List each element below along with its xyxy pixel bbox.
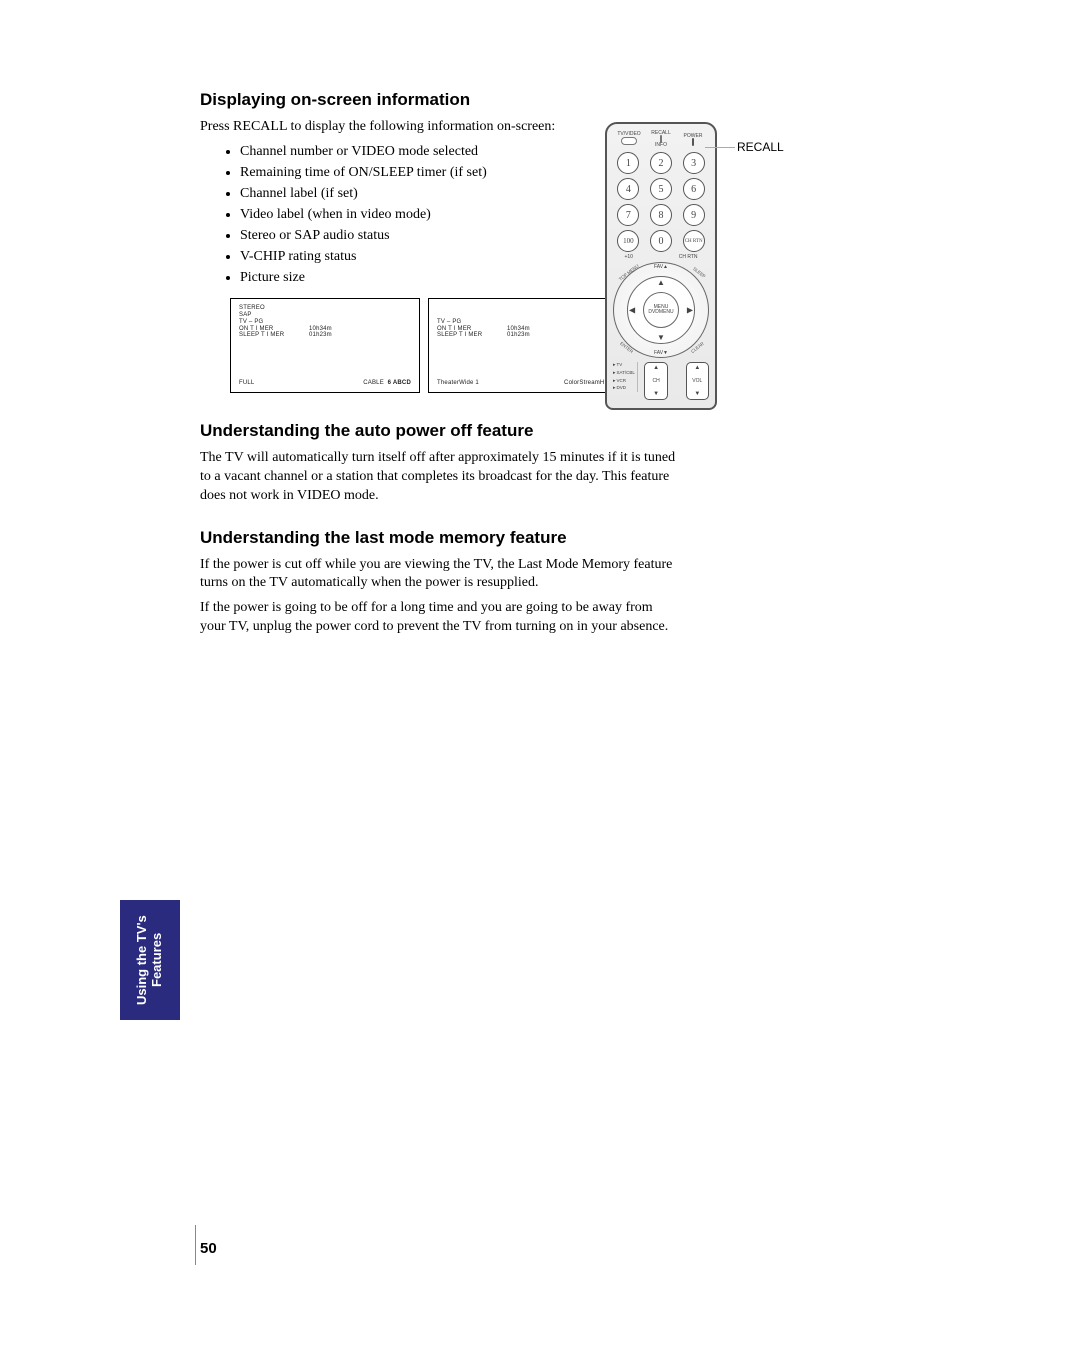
label-chrtn: CH RTN (679, 254, 698, 260)
nav-right-icon[interactable]: ▶ (687, 306, 693, 315)
nav-ring: FAV▲ FAV▼ TOP MENU SLEEP ENTER CLEAR ▲ ▼… (613, 262, 709, 358)
vol-down-icon: ▼ (694, 391, 700, 397)
label-plus10: +10 (624, 254, 632, 260)
panel-line: ON T I MER (437, 326, 507, 333)
page-number: 50 (200, 1240, 217, 1257)
ch-down-icon: ▼ (653, 391, 659, 397)
osd-panel-tv: STEREO SAP TV – PG ON T I MER10h34m SLEE… (230, 298, 420, 393)
heading-auto-power-off: Understanding the auto power off feature (200, 421, 900, 441)
panel-line: TV – PG (239, 319, 411, 326)
remote-body: TV/VIDEO RECALLINFO POWER 1 2 3 4 5 6 7 … (605, 122, 717, 410)
panel-source: CABLE (363, 380, 384, 386)
callout-recall: RECALL (737, 140, 784, 154)
ch-up-icon: ▲ (653, 365, 659, 371)
bullet: Channel number or VIDEO mode selected (240, 141, 900, 162)
panel-value: 10h34m (309, 326, 359, 333)
bullet: Picture size (240, 267, 900, 288)
num-7-button[interactable]: 7 (617, 204, 639, 226)
bullet: Video label (when in video mode) (240, 204, 900, 225)
intro-text: Press RECALL to display the following in… (200, 118, 900, 137)
tab-line2: Features (149, 933, 164, 987)
dev-dvd: DVD (613, 385, 635, 392)
tab-line1: Using the TV's (134, 915, 149, 1005)
bullet: Stereo or SAP audio status (240, 225, 900, 246)
osd-bullets: Channel number or VIDEO mode selected Re… (240, 141, 900, 288)
remote-illustration: RECALL TV/VIDEO RECALLINFO POWER 1 2 3 4… (605, 122, 717, 410)
num-9-button[interactable]: 9 (683, 204, 705, 226)
power-button[interactable] (692, 138, 694, 146)
panel-line: SLEEP T I MER (437, 332, 507, 339)
nav-down-icon[interactable]: ▼ (657, 333, 665, 342)
num-5-button[interactable]: 5 (650, 178, 672, 200)
bullet: Remaining time of ON/SLEEP timer (if set… (240, 162, 900, 183)
panel-picture-size: FULL (239, 380, 254, 387)
bullet: V-CHIP rating status (240, 246, 900, 267)
panel-line: STEREO (239, 305, 411, 312)
dev-tv: TV (613, 362, 635, 369)
panel-picture-size: TheaterWide 1 (437, 380, 479, 387)
section-tab: Using the TV'sFeatures (120, 900, 180, 1020)
label-info: INFO (655, 142, 667, 148)
label-fav-up: FAV▲ (654, 264, 668, 270)
nav-left-icon[interactable]: ◀ (629, 306, 635, 315)
heading-last-mode-memory: Understanding the last mode memory featu… (200, 528, 900, 548)
last-mode-memory-p2: If the power is going to be off for a lo… (200, 599, 680, 637)
num-100-button[interactable]: 100 (617, 230, 639, 252)
callout-line (705, 147, 735, 148)
num-3-button[interactable]: 3 (683, 152, 705, 174)
bullet: Channel label (if set) (240, 183, 900, 204)
num-2-button[interactable]: 2 (650, 152, 672, 174)
vol-up-icon: ▲ (694, 365, 700, 371)
num-1-button[interactable]: 1 (617, 152, 639, 174)
dev-vcr: VCR (613, 378, 635, 385)
label-fav-down: FAV▼ (654, 350, 668, 356)
device-selector: TV SAT/CBL VCR DVD (613, 362, 638, 392)
tvvideo-button[interactable] (621, 137, 637, 145)
label-ch: CH (652, 378, 659, 384)
panel-line: SLEEP T I MER (239, 332, 309, 339)
panel-value: 01h23m (309, 332, 359, 339)
panel-line: ON T I MER (239, 326, 309, 333)
osd-preview-panels: STEREO SAP TV – PG ON T I MER10h34m SLEE… (230, 298, 900, 393)
label-dvdmenu: DVDMENU (648, 310, 673, 316)
menu-button[interactable]: MENU DVDMENU (643, 292, 679, 328)
page-rule (195, 1225, 196, 1265)
num-0-button[interactable]: 0 (650, 230, 672, 252)
panel-channel: 6 ABCD (388, 380, 411, 386)
nav-up-icon[interactable]: ▲ (657, 278, 665, 287)
panel-video-label: ColorStreamHD (564, 380, 609, 387)
panel-value: 10h34m (507, 326, 557, 333)
num-6-button[interactable]: 6 (683, 178, 705, 200)
panel-line: TV – PG (437, 319, 609, 326)
channel-rocker[interactable]: ▲ CH ▼ (644, 362, 667, 400)
num-4-button[interactable]: 4 (617, 178, 639, 200)
panel-value: 01h23m (507, 332, 557, 339)
chrtn-button[interactable]: CH RTN (683, 230, 705, 252)
heading-display-osd: Displaying on-screen information (200, 90, 900, 110)
last-mode-memory-p1: If the power is cut off while you are vi… (200, 556, 680, 594)
dev-sat: SAT/CBL (613, 370, 635, 377)
num-8-button[interactable]: 8 (650, 204, 672, 226)
osd-panel-video: TV – PG ON T I MER10h34m SLEEP T I MER01… (428, 298, 618, 393)
label-vol: VOL (692, 378, 702, 384)
volume-rocker[interactable]: ▲ VOL ▼ (686, 362, 709, 400)
panel-line: SAP (239, 312, 411, 319)
auto-power-off-text: The TV will automatically turn itself of… (200, 449, 680, 506)
